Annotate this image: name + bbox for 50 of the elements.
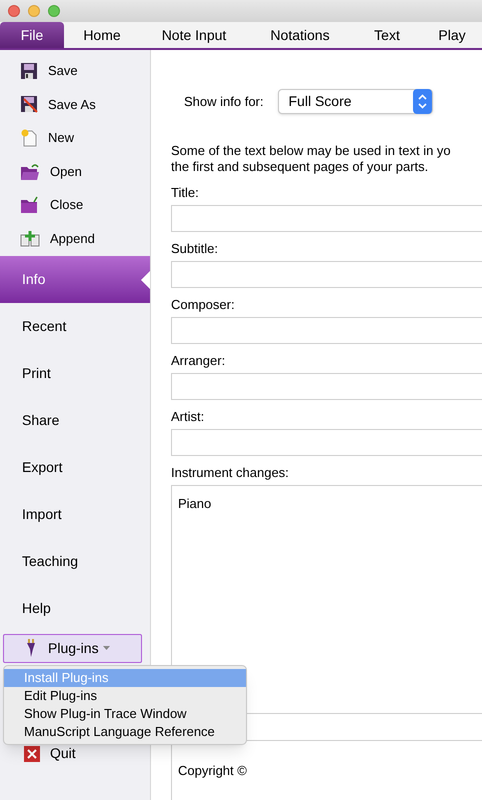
field-label: Show info for: [184, 92, 264, 111]
plug-icon [26, 639, 36, 658]
folder-icon [20, 196, 40, 214]
score-dropdown[interactable]: Full Score [278, 89, 432, 114]
ribbon-tab[interactable]: File [0, 22, 64, 48]
minimize-icon[interactable] [28, 5, 40, 17]
sidebar-item[interactable]: Import [0, 490, 150, 538]
field-label: Instrument changes: [171, 465, 289, 481]
text-field[interactable] [171, 429, 482, 456]
field-label: Title: [171, 185, 199, 201]
ribbon-tab[interactable]: Note Input [140, 22, 248, 48]
sidebar-item[interactable]: Print [0, 350, 150, 397]
close-icon [24, 746, 40, 762]
info-text: Some of the text below may be used in text in yo the first and subsequent pages of your parts. [171, 143, 451, 175]
floppy-pencil-icon [20, 95, 38, 114]
new-document-icon [20, 128, 38, 147]
sidebar-command[interactable]: Quit [0, 742, 150, 765]
sidebar-command[interactable]: New [0, 121, 150, 155]
ribbon-tab[interactable]: Notations [248, 22, 352, 48]
sidebar-item[interactable]: Help [0, 584, 150, 632]
text-field[interactable] [171, 317, 482, 344]
field-label: Composer: [171, 297, 235, 313]
floppy-icon [20, 62, 38, 80]
plugins-button[interactable]: Plug-ins [3, 634, 142, 663]
folder-icon [20, 162, 40, 181]
sidebar-item[interactable]: Share [0, 396, 150, 444]
sidebar-command[interactable]: Close [0, 188, 150, 222]
sidebar-command[interactable]: Append [0, 222, 150, 256]
sidebar-item[interactable]: Teaching [0, 538, 150, 585]
caret-icon [102, 646, 110, 650]
sidebar-command[interactable]: Save [0, 54, 150, 88]
sidebar-command[interactable]: Open [0, 154, 150, 188]
text-field[interactable] [171, 373, 482, 400]
append-icon [20, 230, 40, 248]
text-field[interactable] [171, 205, 482, 232]
stepper-icon [412, 89, 432, 114]
field-label: Subtitle: [171, 241, 218, 257]
ribbon-tab[interactable]: Home [64, 22, 140, 48]
menu-item[interactable]: ManuScript Language Reference [4, 723, 246, 741]
text-field[interactable] [171, 261, 482, 288]
sidebar-item[interactable]: Recent [0, 302, 150, 350]
zoom-icon[interactable] [48, 5, 60, 17]
field-label: Artist: [171, 409, 204, 425]
field-label: Arranger: [171, 353, 226, 369]
sidebar-item[interactable]: Info [0, 256, 150, 303]
sidebar-item[interactable]: Export [0, 444, 150, 491]
ribbon-tab[interactable]: Text [352, 22, 422, 48]
sidebar-command[interactable]: Save As [0, 88, 150, 122]
close-icon[interactable] [8, 5, 20, 17]
ribbon-tab[interactable]: Play [422, 22, 482, 48]
